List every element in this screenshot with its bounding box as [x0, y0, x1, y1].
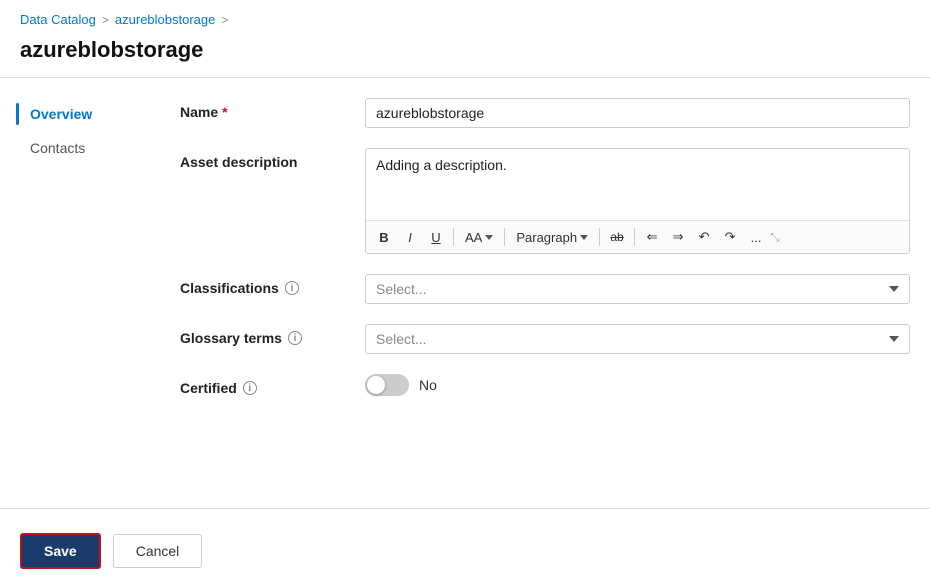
certified-toggle[interactable]	[365, 374, 409, 396]
italic-button[interactable]: I	[398, 225, 422, 249]
certified-control: No	[365, 374, 910, 396]
glossary-chevron	[889, 336, 899, 342]
page-title: azureblobstorage	[0, 33, 930, 77]
description-textarea[interactable]: Adding a description.	[366, 149, 909, 217]
resize-handle[interactable]: ⤡	[770, 230, 780, 245]
required-indicator: *	[222, 104, 227, 120]
certified-row: Certified i No	[180, 374, 910, 396]
toolbar-sep-1	[453, 228, 454, 246]
sidebar: Overview Contacts	[20, 78, 150, 498]
glossary-row: Glossary terms i Select...	[180, 324, 910, 354]
glossary-control: Select...	[365, 324, 910, 354]
main-layout: Overview Contacts Name * Asset descripti…	[0, 78, 930, 498]
toolbar-sep-2	[504, 228, 505, 246]
toolbar-sep-4	[634, 228, 635, 246]
breadcrumb-sep-1: >	[102, 13, 109, 27]
breadcrumb-azureblobstorage[interactable]: azureblobstorage	[115, 12, 215, 27]
description-box: Adding a description. B I U AA Par	[365, 148, 910, 254]
redo-button[interactable]: ↷	[718, 225, 742, 249]
breadcrumb: Data Catalog > azureblobstorage >	[0, 0, 930, 33]
underline-button[interactable]: U	[424, 225, 448, 249]
save-button[interactable]: Save	[20, 533, 101, 569]
glossary-dropdown[interactable]: Select...	[365, 324, 910, 354]
bold-button[interactable]: B	[372, 225, 396, 249]
rich-text-toolbar: B I U AA Paragraph	[366, 220, 909, 253]
description-label: Asset description	[180, 148, 365, 170]
certified-info-icon[interactable]: i	[243, 381, 257, 395]
more-button[interactable]: ...	[744, 225, 768, 249]
certified-toggle-row: No	[365, 374, 910, 396]
classifications-control: Select...	[365, 274, 910, 304]
classifications-chevron	[889, 286, 899, 292]
footer-actions: Save Cancel	[0, 519, 930, 583]
form-area: Name * Asset description Adding a descri…	[150, 78, 910, 498]
strikethrough-button[interactable]: ab	[605, 225, 629, 249]
indent-button[interactable]: ⇐	[640, 225, 664, 249]
classifications-label: Classifications i	[180, 274, 365, 296]
sidebar-item-overview[interactable]: Overview	[20, 98, 150, 130]
font-size-dropdown[interactable]: AA	[459, 227, 499, 248]
glossary-info-icon[interactable]: i	[288, 331, 302, 345]
toolbar-sep-3	[599, 228, 600, 246]
breadcrumb-data-catalog[interactable]: Data Catalog	[20, 12, 96, 27]
certified-status: No	[419, 377, 437, 393]
undo-button[interactable]: ↶	[692, 225, 716, 249]
paragraph-dropdown[interactable]: Paragraph	[510, 227, 594, 248]
name-row: Name *	[180, 98, 910, 128]
name-control	[365, 98, 910, 128]
outdent-button[interactable]: ⇒	[666, 225, 690, 249]
description-control: Adding a description. B I U AA Par	[365, 148, 910, 254]
classifications-dropdown[interactable]: Select...	[365, 274, 910, 304]
toggle-thumb	[367, 376, 385, 394]
name-label: Name *	[180, 98, 365, 120]
classifications-row: Classifications i Select...	[180, 274, 910, 304]
cancel-button[interactable]: Cancel	[113, 534, 203, 568]
bottom-divider	[0, 508, 930, 509]
sidebar-item-contacts[interactable]: Contacts	[20, 132, 150, 164]
glossary-label: Glossary terms i	[180, 324, 365, 346]
description-row: Asset description Adding a description. …	[180, 148, 910, 254]
certified-label: Certified i	[180, 374, 365, 396]
paragraph-chevron	[580, 235, 588, 240]
font-size-chevron	[485, 235, 493, 240]
breadcrumb-sep-2: >	[221, 13, 228, 27]
classifications-info-icon[interactable]: i	[285, 281, 299, 295]
name-input[interactable]	[365, 98, 910, 128]
